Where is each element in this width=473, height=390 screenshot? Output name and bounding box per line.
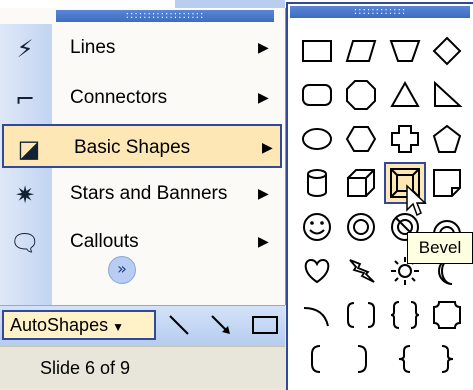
arc-icon bbox=[303, 307, 329, 327]
parallelogram-icon bbox=[345, 40, 377, 62]
autoshapes-label: AutoShapes bbox=[10, 315, 109, 335]
menu-item-basic-shapes[interactable]: ◪ Basic Shapes ▶ bbox=[2, 124, 282, 168]
slide-count: Slide 6 of 9 bbox=[40, 358, 131, 378]
submenu-arrow-icon: ▶ bbox=[262, 140, 273, 156]
diamond-shape[interactable] bbox=[428, 32, 466, 70]
mouse-pointer-icon bbox=[405, 184, 429, 218]
lines-icon: ⚡ bbox=[16, 35, 34, 63]
pentagon-icon bbox=[432, 124, 462, 153]
donut-shape[interactable] bbox=[342, 208, 380, 246]
smiley-icon bbox=[303, 213, 331, 241]
rectangle-tool-button[interactable] bbox=[248, 310, 282, 340]
cube-shape[interactable] bbox=[342, 164, 380, 202]
donut-icon bbox=[347, 213, 375, 241]
oval-icon bbox=[302, 128, 332, 150]
can-shape[interactable] bbox=[298, 164, 336, 202]
menu-item-connectors[interactable]: ⌐ Connectors ▶ bbox=[0, 76, 285, 120]
left-bracket-icon bbox=[311, 345, 321, 373]
cube-icon bbox=[347, 169, 375, 197]
rounded-rectangle-icon bbox=[302, 84, 332, 106]
line-tool-button[interactable] bbox=[162, 310, 196, 340]
arc-shape[interactable] bbox=[298, 296, 336, 334]
double-brace-shape[interactable] bbox=[386, 296, 424, 334]
plaque-shape[interactable] bbox=[428, 296, 466, 334]
left-brace-shape[interactable] bbox=[386, 340, 424, 378]
tooltip-text: Bevel bbox=[418, 238, 462, 257]
right-brace-icon bbox=[441, 345, 454, 373]
arrow-tool-button[interactable] bbox=[204, 310, 238, 340]
left-bracket-shape[interactable] bbox=[298, 340, 336, 378]
rectangle-icon bbox=[302, 40, 332, 62]
isosceles-triangle-shape[interactable] bbox=[386, 76, 424, 114]
double-bracket-icon bbox=[347, 302, 375, 328]
dropdown-arrow-icon: ▼ bbox=[112, 320, 124, 334]
trapezoid-shape[interactable] bbox=[386, 32, 424, 70]
autoshapes-menu: :::::::::::::::::: ⚡ Lines ▶ ⌐ Connector… bbox=[0, 8, 286, 307]
folded-corner-icon bbox=[433, 169, 461, 197]
parallelogram-shape[interactable] bbox=[342, 32, 380, 70]
basic-shapes-icon: ◪ bbox=[17, 135, 41, 163]
trapezoid-icon bbox=[389, 40, 421, 62]
right-bracket-icon bbox=[357, 345, 367, 373]
octagon-shape[interactable] bbox=[342, 76, 380, 114]
lightning-icon bbox=[349, 259, 375, 283]
submenu-arrow-icon: ▶ bbox=[258, 40, 269, 56]
menu-item-label: Lines bbox=[70, 37, 116, 58]
title-area bbox=[175, 0, 285, 8]
menu-item-label: Connectors bbox=[70, 87, 168, 108]
rounded-rectangle-shape[interactable] bbox=[298, 76, 336, 114]
diamond-icon bbox=[432, 36, 462, 66]
stars-banners-icon: ✷ bbox=[14, 181, 36, 209]
rectangle-icon bbox=[252, 316, 278, 334]
menu-item-label: Stars and Banners bbox=[70, 183, 228, 204]
smiley-face-shape[interactable] bbox=[298, 208, 336, 246]
can-icon bbox=[307, 169, 327, 197]
heart-shape[interactable] bbox=[298, 252, 336, 290]
line-icon bbox=[169, 315, 189, 335]
oval-shape[interactable] bbox=[298, 120, 336, 158]
drawing-toolbar: AutoShapes ▼ bbox=[0, 305, 285, 346]
double-brace-icon bbox=[390, 301, 420, 329]
right-bracket-shape[interactable] bbox=[342, 340, 380, 378]
basic-shapes-palette: :::::::::::: bbox=[286, 2, 473, 390]
submenu-arrow-icon: ▶ bbox=[258, 90, 269, 106]
submenu-arrow-icon: ▶ bbox=[258, 234, 269, 250]
callouts-icon: 🗨 bbox=[9, 229, 41, 257]
tooltip: Bevel bbox=[407, 232, 473, 264]
pentagon-shape[interactable] bbox=[428, 120, 466, 158]
plaque-icon bbox=[433, 301, 461, 329]
menu-drag-handle[interactable]: :::::::::::::::::: bbox=[56, 10, 274, 22]
cross-shape[interactable] bbox=[386, 120, 424, 158]
right-triangle-icon bbox=[434, 80, 463, 107]
submenu-arrow-icon: ▶ bbox=[258, 186, 269, 202]
arrow-icon bbox=[211, 315, 230, 334]
cross-icon bbox=[391, 125, 419, 153]
right-brace-shape[interactable] bbox=[428, 340, 466, 378]
menu-item-stars-banners[interactable]: ✷ Stars and Banners ▶ bbox=[0, 172, 285, 216]
status-bar: Slide 6 of 9 bbox=[0, 346, 285, 388]
hexagon-shape[interactable] bbox=[342, 120, 380, 158]
palette-drag-handle[interactable]: :::::::::::: bbox=[290, 6, 470, 18]
connectors-icon: ⌐ bbox=[14, 85, 36, 113]
rectangle-shape[interactable] bbox=[298, 32, 336, 70]
double-bracket-shape[interactable] bbox=[342, 296, 380, 334]
heart-icon bbox=[304, 258, 330, 284]
hexagon-icon bbox=[345, 126, 377, 152]
folded-corner-shape[interactable] bbox=[428, 164, 466, 202]
menu-item-callouts[interactable]: 🗨 Callouts ▶ bbox=[0, 220, 285, 264]
menu-item-lines[interactable]: ⚡ Lines ▶ bbox=[0, 26, 285, 70]
left-brace-icon bbox=[398, 345, 411, 373]
right-triangle-shape[interactable] bbox=[428, 76, 466, 114]
triangle-icon bbox=[390, 80, 420, 107]
autoshapes-button[interactable]: AutoShapes ▼ bbox=[2, 310, 156, 340]
chevron-double-down-icon[interactable]: » bbox=[108, 256, 136, 284]
lightning-bolt-shape[interactable] bbox=[342, 252, 380, 290]
octagon-icon bbox=[346, 80, 376, 110]
menu-item-label: Basic Shapes bbox=[74, 137, 191, 158]
